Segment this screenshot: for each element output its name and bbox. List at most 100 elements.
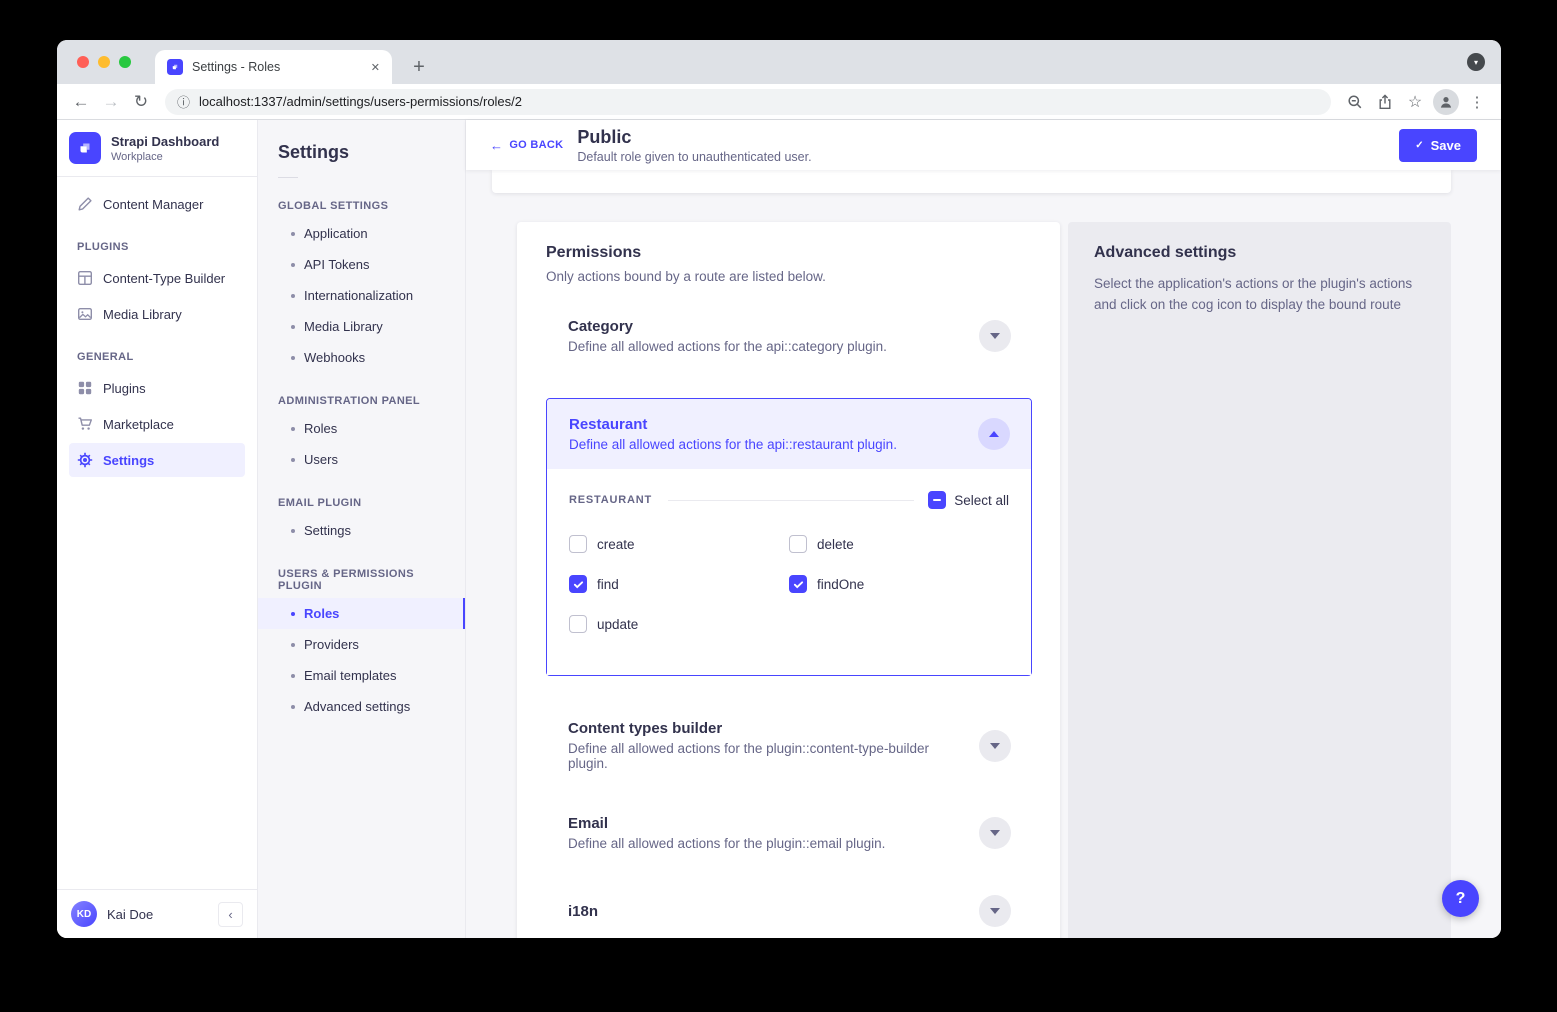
page-header: ← GO BACK Public Default role given to u…	[466, 120, 1501, 170]
accordion-header[interactable]: Content types builder Define all allowed…	[546, 720, 1032, 771]
sidebar-item-content-manager[interactable]: Content Manager	[69, 187, 245, 221]
checkbox-icon	[569, 615, 587, 633]
permission-checkbox-delete[interactable]: delete	[789, 535, 1009, 553]
accordion-content-types-builder: Content types builder Define all allowed…	[546, 720, 1032, 771]
sidebar-item-marketplace[interactable]: Marketplace	[69, 407, 245, 441]
tab-search-button[interactable]: ▾	[1467, 53, 1485, 71]
accordion-toggle-button[interactable]	[979, 320, 1011, 352]
permission-checkbox-findone[interactable]: findOne	[789, 575, 1009, 593]
bullet-icon	[291, 232, 295, 236]
window-controls	[77, 56, 131, 68]
bullet-icon	[291, 325, 295, 329]
media-library-icon	[77, 306, 93, 322]
page-title: Public	[577, 127, 811, 148]
settings-nav-item-advanced-settings[interactable]: Advanced settings	[258, 691, 465, 722]
settings-nav-group-label: GLOBAL SETTINGS	[258, 178, 465, 218]
site-info-icon[interactable]: ⓘ	[177, 92, 190, 111]
permission-checkbox-find[interactable]: find	[569, 575, 789, 593]
settings-nav-items: Roles Providers Email templates Advanced…	[258, 598, 465, 722]
settings-nav-item-users[interactable]: Users	[258, 444, 465, 475]
accordion-i18n: i18n	[546, 895, 1032, 927]
bullet-icon	[291, 705, 295, 709]
accordion-header[interactable]: Category Define all allowed actions for …	[546, 318, 1032, 354]
settings-nav-group-label: USERS & PERMISSIONS PLUGIN	[258, 546, 465, 598]
browser-toolbar: ← → ↻ ⓘ localhost:1337/admin/settings/us…	[57, 84, 1501, 120]
advanced-settings-description: Select the application's actions or the …	[1094, 274, 1425, 316]
advanced-settings-panel: Advanced settings Select the application…	[1068, 222, 1451, 938]
go-back-link[interactable]: ← GO BACK	[490, 138, 563, 153]
checkbox-icon	[569, 535, 587, 553]
accordion-restaurant: Restaurant Define all allowed actions fo…	[546, 398, 1032, 676]
app-name: Strapi Dashboard	[111, 134, 219, 149]
permission-checkbox-create[interactable]: create	[569, 535, 789, 553]
accordion-category: Category Define all allowed actions for …	[546, 318, 1032, 354]
accordion-toggle-button[interactable]	[979, 895, 1011, 927]
workspace-brand[interactable]: Strapi Dashboard Workplace	[57, 120, 257, 177]
settings-nav-item-internationalization[interactable]: Internationalization	[258, 280, 465, 311]
accordion-toggle-button[interactable]	[978, 418, 1010, 450]
sidebar-item-plugins[interactable]: Plugins	[69, 371, 245, 405]
help-button[interactable]: ?	[1442, 880, 1479, 917]
url-bar[interactable]: ⓘ localhost:1337/admin/settings/users-pe…	[165, 89, 1331, 115]
content-scroll-area[interactable]: Permissions Only actions bound by a rout…	[466, 170, 1501, 938]
advanced-settings-title: Advanced settings	[1094, 244, 1425, 262]
bullet-icon	[291, 427, 295, 431]
permissions-card: Permissions Only actions bound by a rout…	[517, 222, 1060, 938]
accordion-header[interactable]: Email Define all allowed actions for the…	[546, 815, 1032, 851]
back-button[interactable]: ←	[67, 88, 95, 116]
settings-nav-group: ADMINISTRATION PANEL Roles Users	[258, 373, 465, 475]
fullscreen-window-button[interactable]	[119, 56, 131, 68]
settings-nav-item-webhooks[interactable]: Webhooks	[258, 342, 465, 373]
zoom-out-icon[interactable]	[1341, 88, 1369, 116]
settings-nav-item-email-templates[interactable]: Email templates	[258, 660, 465, 691]
new-tab-button[interactable]: +	[403, 51, 435, 83]
close-window-button[interactable]	[77, 56, 89, 68]
collapse-sidebar-button[interactable]: ‹	[218, 902, 243, 927]
accordion-toggle-button[interactable]	[979, 730, 1011, 762]
content-type-builder-icon	[77, 270, 93, 286]
browser-window: Settings - Roles ✕ + ▾ ← → ↻ ⓘ localhost…	[57, 40, 1501, 938]
accordion-header[interactable]: Restaurant Define all allowed actions fo…	[547, 399, 1031, 469]
settings-icon	[77, 452, 93, 468]
chevron-icon	[990, 333, 1000, 339]
accordion-email: Email Define all allowed actions for the…	[546, 815, 1032, 851]
bookmark-star-icon[interactable]: ☆	[1401, 88, 1429, 116]
settings-nav-item-providers[interactable]: Providers	[258, 629, 465, 660]
sidebar-section-label: PLUGINS	[69, 223, 245, 261]
permissions-subtitle: Only actions bound by a route are listed…	[546, 269, 1032, 284]
page-subtitle: Default role given to unauthenticated us…	[577, 150, 811, 164]
avatar[interactable]: KD	[71, 901, 97, 927]
save-button[interactable]: ✓ Save	[1399, 129, 1477, 162]
check-icon: ✓	[1415, 140, 1423, 151]
accordion-header[interactable]: i18n	[546, 895, 1032, 927]
main-sidebar: Strapi Dashboard Workplace Content Manag…	[57, 120, 258, 938]
sidebar-item-content-type-builder[interactable]: Content-Type Builder	[69, 261, 245, 295]
tab-close-icon[interactable]: ✕	[371, 61, 380, 74]
sidebar-item-media-library[interactable]: Media Library	[69, 297, 245, 331]
settings-nav-item-roles[interactable]: Roles	[258, 413, 465, 444]
subnav-groups: GLOBAL SETTINGS Application API Tokens I…	[258, 178, 465, 722]
bullet-icon	[291, 458, 295, 462]
select-all-checkbox[interactable]: Select all	[928, 491, 1009, 509]
settings-nav-item-application[interactable]: Application	[258, 218, 465, 249]
checkbox-icon	[569, 575, 587, 593]
browser-profile-avatar[interactable]	[1433, 89, 1459, 115]
settings-nav-item-roles[interactable]: Roles	[258, 598, 465, 629]
strapi-favicon-icon	[167, 59, 183, 75]
settings-nav-items: Roles Users	[258, 413, 465, 475]
permission-checkbox-update[interactable]: update	[569, 615, 789, 633]
settings-nav-item-api-tokens[interactable]: API Tokens	[258, 249, 465, 280]
minimize-window-button[interactable]	[98, 56, 110, 68]
accordion-toggle-button[interactable]	[979, 817, 1011, 849]
settings-nav-item-settings[interactable]: Settings	[258, 515, 465, 546]
browser-tab[interactable]: Settings - Roles ✕	[155, 50, 392, 84]
subnav-title: Settings	[258, 120, 465, 177]
bullet-icon	[291, 294, 295, 298]
reload-button[interactable]: ↻	[127, 88, 155, 116]
sidebar-item-settings[interactable]: Settings	[69, 443, 245, 477]
main-content: ← GO BACK Public Default role given to u…	[466, 120, 1501, 938]
bullet-icon	[291, 643, 295, 647]
browser-menu-icon[interactable]: ⋮	[1463, 88, 1491, 116]
share-icon[interactable]	[1371, 88, 1399, 116]
settings-nav-item-media-library[interactable]: Media Library	[258, 311, 465, 342]
